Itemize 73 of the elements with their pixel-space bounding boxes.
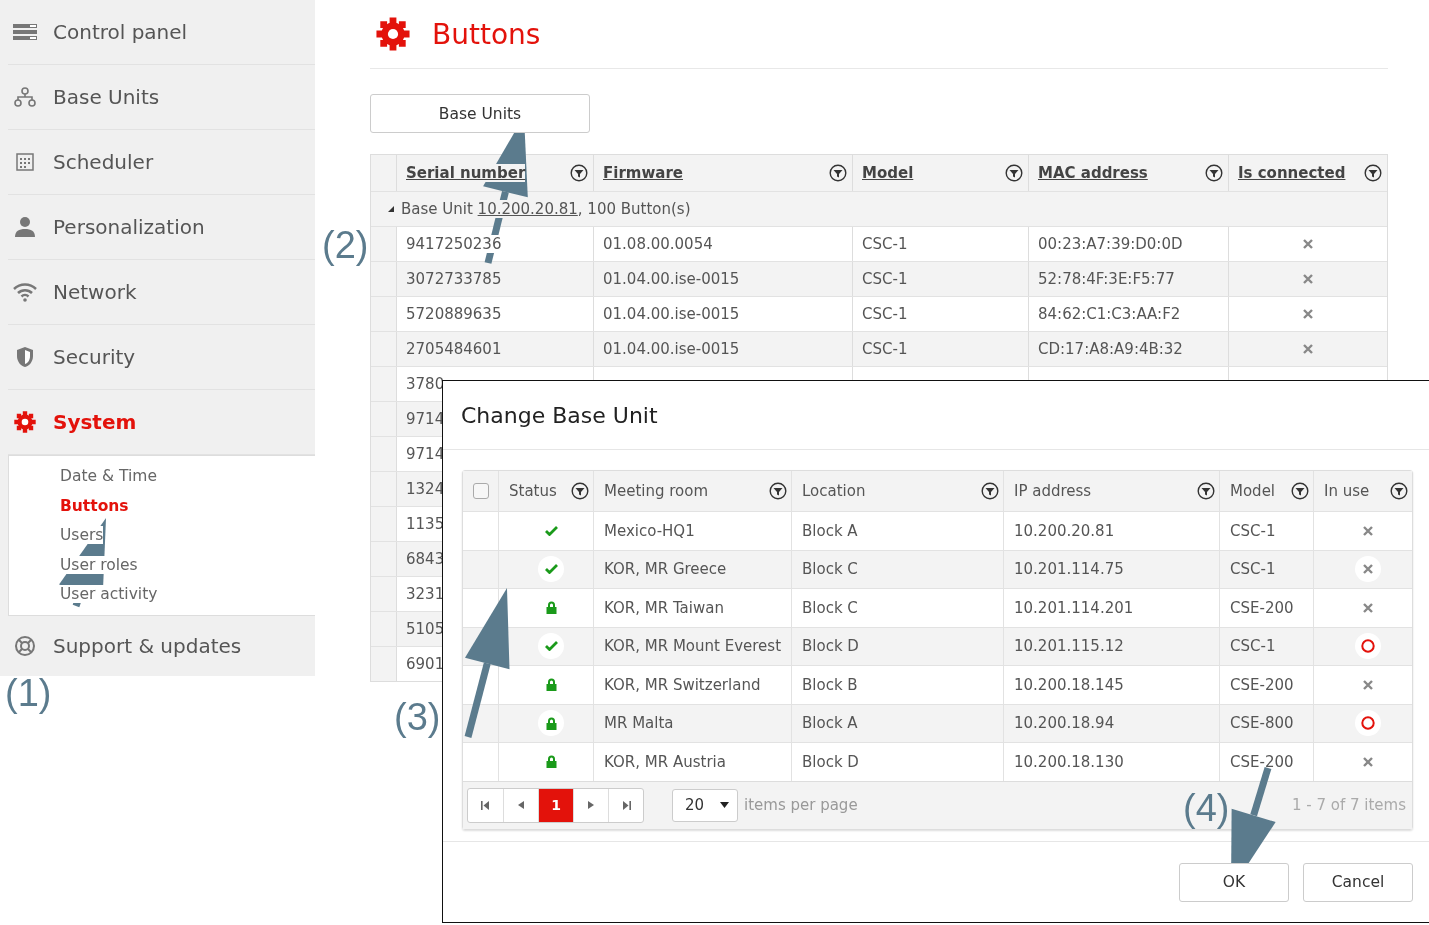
page-button[interactable]: 1 (538, 788, 573, 822)
table-cell: Block A (791, 704, 1003, 742)
table-cell: Block B (791, 666, 1003, 704)
table-row[interactable]: KOR, MR Greece Block C 10.201.114.75 CSC-1 (463, 549, 1412, 588)
sidebar-item[interactable]: Control panel (8, 0, 315, 65)
table-cell: 10.200.20.81 (1003, 512, 1219, 550)
page-title: Buttons (432, 17, 541, 51)
callout-number: (1) (5, 674, 52, 712)
column-header[interactable]: Meeting room (604, 482, 709, 500)
table-row[interactable]: 9417250236 01.08.00.0054 CSC-1 00:23:A7:39:D0:0D (371, 226, 1387, 261)
table-cell: CSE-200 (1219, 666, 1313, 704)
column-header[interactable]: Firmware (603, 164, 683, 182)
column-header[interactable]: Model (862, 164, 914, 182)
column-header[interactable]: IP address (1014, 482, 1092, 500)
table-cell: Block D (791, 627, 1003, 665)
table-row[interactable]: 2705484601 01.04.00.ise-0015 CSC-1 CD:17:A8:A9:4B:32 (371, 331, 1387, 366)
table-cell: CSC-1 (1219, 512, 1313, 550)
table-row[interactable]: KOR, MR Austria Block D 10.200.18.130 CSE-200 (463, 742, 1412, 781)
column-header[interactable]: Is connected (1238, 164, 1346, 182)
base-unit-link[interactable]: 10.200.20.81 (477, 200, 578, 218)
table-row[interactable]: MR Malta Block A 10.200.18.94 CSE-800 (463, 703, 1412, 742)
table-cell: CSE-200 (1219, 743, 1313, 781)
column-header[interactable]: MAC address (1038, 164, 1148, 182)
table-cell: 10.200.18.145 (1003, 666, 1219, 704)
submenu-item[interactable]: User activity (60, 585, 158, 603)
callout-number: (4) (1183, 789, 1230, 827)
page-size-dropdown[interactable]: 20 (672, 788, 738, 822)
sidebar-item[interactable]: Network (8, 260, 315, 325)
sidebar-item[interactable]: Support & updates (8, 616, 315, 676)
table-cell: MR Malta (593, 704, 791, 742)
column-header[interactable]: In use (1324, 482, 1370, 500)
base-units-button[interactable]: Base Units (370, 94, 590, 133)
page-size-label: items per page (744, 796, 858, 814)
column-header[interactable]: Status (509, 482, 557, 500)
sidebar-item[interactable]: Personalization (8, 195, 315, 260)
sidebar-item[interactable]: Scheduler (8, 130, 315, 195)
sidebar-item[interactable]: Security (8, 325, 315, 390)
table-row[interactable]: 3072733785 01.04.00.ise-0015 CSC-1 52:78:4F:3E:F5:77 (371, 261, 1387, 296)
callout-number: (2) (322, 226, 369, 264)
table-cell: Block A (791, 512, 1003, 550)
callout-number: (3) (394, 698, 441, 736)
ok-button[interactable]: OK (1179, 862, 1289, 902)
table-cell: KOR, MR Switzerland (593, 666, 791, 704)
table-row[interactable]: 5720889635 01.04.00.ise-0015 CSC-1 84:62:C1:C3:AA:F2 (371, 296, 1387, 331)
column-header[interactable]: Model (1230, 482, 1276, 500)
cancel-button[interactable]: Cancel (1303, 862, 1413, 902)
table-cell: Mexico-HQ1 (593, 512, 791, 550)
table-cell: KOR, MR Austria (593, 743, 791, 781)
submenu-item[interactable]: Users (60, 526, 104, 544)
submenu-item[interactable]: User roles (60, 555, 138, 574)
pager-summary: 1 - 7 of 7 items (1291, 796, 1406, 814)
group-label: Base Unit 10.200.20.81, 100 Button(s) (401, 200, 691, 218)
table-cell: Block C (791, 550, 1003, 588)
table-cell: Block C (791, 589, 1003, 627)
table-cell: CSE-200 (1219, 589, 1313, 627)
column-header[interactable]: Location (802, 482, 866, 500)
table-cell: KOR, MR Mount Everest (593, 627, 791, 665)
table-cell: CSC-1 (1219, 627, 1313, 665)
sidebar-item[interactable]: Base Units (8, 65, 315, 130)
table-row[interactable]: KOR, MR Switzerland Block B 10.200.18.145 CSE-200 (463, 665, 1412, 704)
table-cell: 10.201.114.75 (1003, 550, 1219, 588)
table-cell: 10.201.114.201 (1003, 589, 1219, 627)
table-cell: CSE-800 (1219, 704, 1313, 742)
table-cell: CSC-1 (1219, 550, 1313, 588)
table-row[interactable]: Mexico-HQ1 Block A 10.200.20.81 CSC-1 (463, 511, 1412, 550)
table-cell: 10.200.18.94 (1003, 704, 1219, 742)
table-cell: Block D (791, 743, 1003, 781)
table-cell: 10.200.18.130 (1003, 743, 1219, 781)
table-cell: KOR, MR Taiwan (593, 589, 791, 627)
table-cell: KOR, MR Greece (593, 550, 791, 588)
table-row[interactable]: KOR, MR Mount Everest Block D 10.201.115.12 CSC-1 (463, 626, 1412, 665)
table-cell: 10.201.115.12 (1003, 627, 1219, 665)
table-cell: 9417250236 (406, 235, 502, 253)
